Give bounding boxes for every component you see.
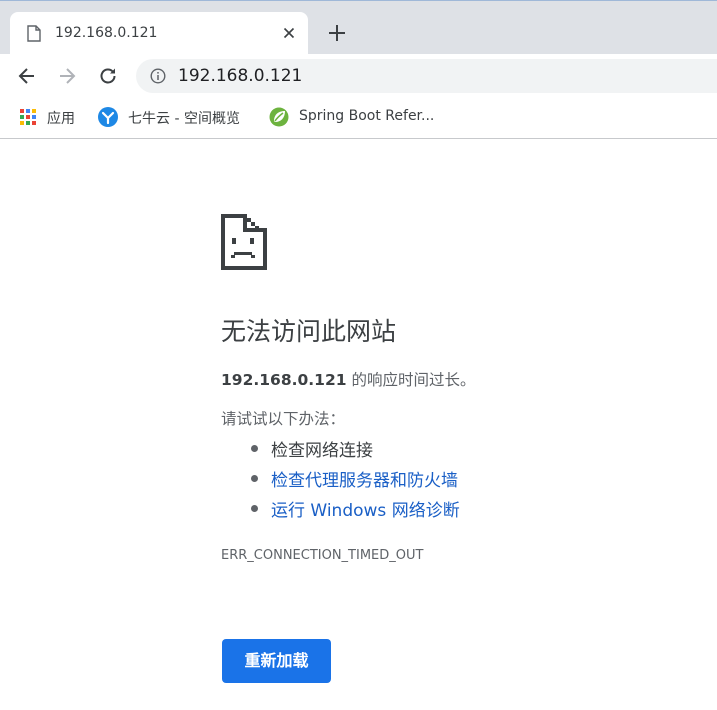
bookmark-qiniu[interactable]: 七牛云 - 空间概览: [98, 107, 258, 129]
bookmark-label: 应用: [47, 111, 75, 127]
bullet-icon: [251, 505, 258, 512]
suggestion-text: 检查网络连接: [271, 441, 373, 461]
page-icon: [27, 25, 41, 42]
url-text[interactable]: 192.168.0.121: [178, 66, 302, 86]
apps-grid-icon: [20, 109, 36, 125]
spring-icon: [269, 107, 289, 127]
reload-icon[interactable]: [98, 66, 118, 86]
suggestion-link-text[interactable]: 运行 Windows 网络诊断: [271, 496, 460, 521]
browser-toolbar: 192.168.0.121: [0, 54, 717, 98]
error-code: ERR_CONNECTION_TIMED_OUT: [221, 548, 424, 563]
address-bar[interactable]: 192.168.0.121: [136, 59, 717, 93]
tab-title: 192.168.0.121: [55, 25, 158, 41]
error-heading: 无法访问此网站: [221, 317, 397, 346]
info-icon[interactable]: [150, 68, 166, 84]
bookmark-apps[interactable]: 应用: [19, 107, 89, 129]
bookmark-label: Spring Boot Refer...: [299, 108, 435, 124]
tab-strip: 192.168.0.121: [0, 0, 717, 55]
bookmarks-bar: 应用 七牛云 - 空间概览 Spring Boot Refer...: [0, 98, 717, 139]
active-tab[interactable]: 192.168.0.121: [10, 12, 308, 55]
bullet-icon: [251, 445, 258, 452]
suggestion-link-text[interactable]: 检查代理服务器和防火墙: [271, 466, 458, 491]
new-tab-plus-icon[interactable]: [327, 23, 347, 43]
error-summary-text: 的响应时间过长。: [346, 371, 476, 389]
qiniu-icon: [98, 107, 118, 127]
sad-page-icon: [221, 214, 267, 270]
reload-button[interactable]: 重新加载: [222, 639, 331, 683]
error-summary: 192.168.0.121 的响应时间过长。: [221, 368, 475, 390]
suggestions-title: 请试试以下办法：: [221, 410, 346, 428]
bullet-icon: [251, 475, 258, 482]
back-arrow-icon[interactable]: [17, 66, 37, 86]
close-icon[interactable]: [281, 25, 297, 41]
forward-arrow-icon[interactable]: [57, 66, 77, 86]
error-host: 192.168.0.121: [221, 371, 347, 389]
bookmark-spring-boot[interactable]: Spring Boot Refer...: [269, 107, 449, 129]
bookmark-label: 七牛云 - 空间概览: [128, 111, 240, 127]
